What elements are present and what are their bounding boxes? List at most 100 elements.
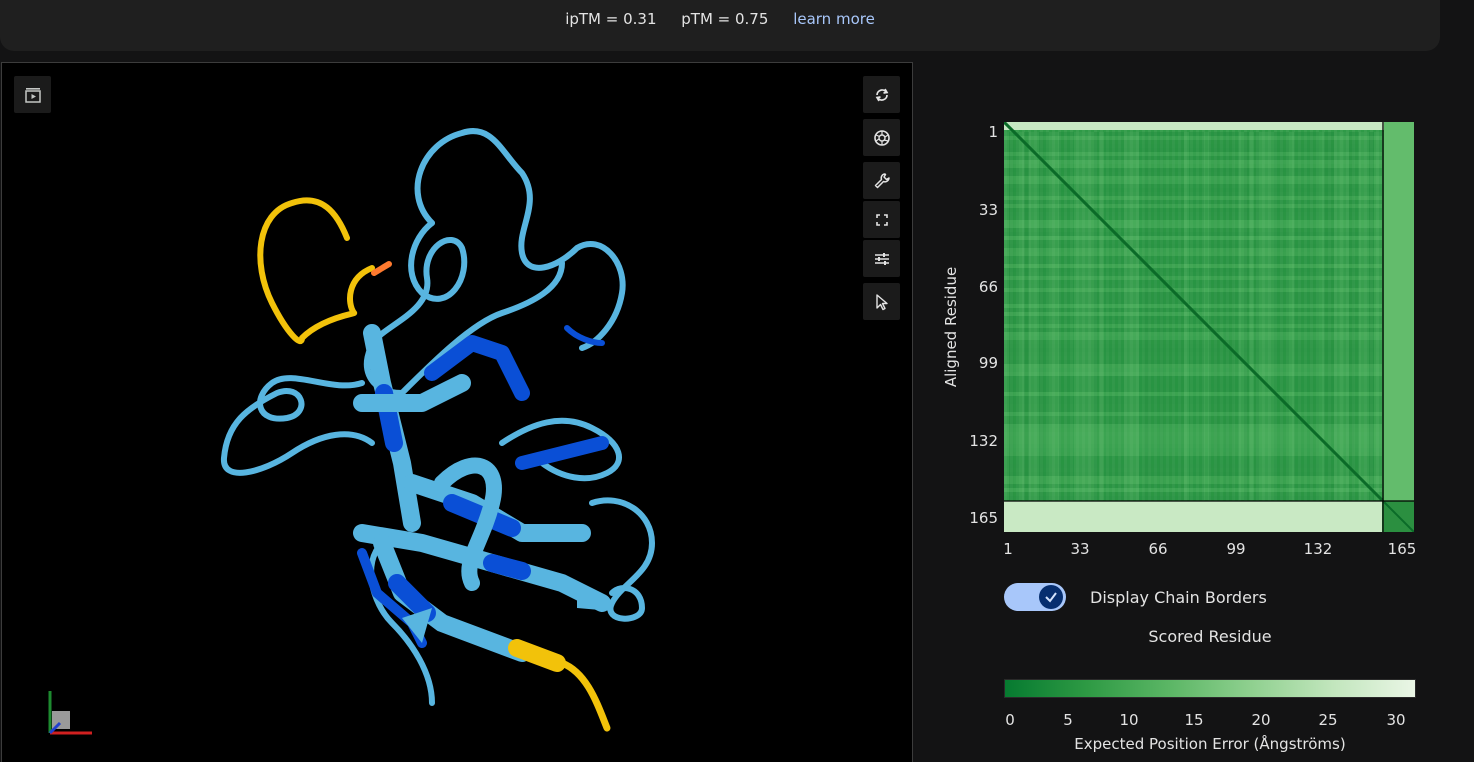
heatmap-col-band (1134, 132, 1139, 500)
heatmap-col-band (1074, 132, 1079, 500)
heatmap-col-band (1104, 132, 1109, 500)
x-axis-label: Scored Residue (1148, 627, 1272, 646)
heatmap-col-band (1249, 132, 1254, 500)
coil-left (221, 375, 375, 476)
protein-structure[interactable] (2, 63, 912, 762)
heatmap-col-band (1299, 132, 1304, 500)
heatmap-col-band (1184, 132, 1189, 500)
chain-borders-label: Display Chain Borders (1090, 587, 1267, 607)
heatmap-col-band (1234, 132, 1239, 500)
strand-5-highlight (483, 554, 531, 580)
heatmap-col-band (1019, 132, 1024, 500)
heatmap-col-band (1354, 132, 1359, 500)
heatmap-col-band (1154, 132, 1159, 500)
heatmap-right-band (1384, 122, 1414, 501)
toggle-knob (1039, 585, 1063, 609)
heatmap-col-band (1189, 132, 1194, 500)
y-tick: 132 (969, 432, 998, 450)
y-tick: 165 (969, 509, 998, 527)
heatmap-col-band (1289, 132, 1294, 500)
x-tick: 165 (1387, 540, 1417, 558)
heatmap-col-band (1109, 132, 1114, 500)
x-tick: 1 (1003, 540, 1013, 558)
heatmap-col-band (1269, 132, 1274, 500)
heatmap-col-band (1004, 132, 1009, 500)
chain-b-top (257, 197, 375, 345)
heatmap-col-band (1339, 132, 1344, 500)
heatmap-col-band (1224, 132, 1229, 500)
heatmap-col-band (1294, 132, 1299, 500)
x-tick: 99 (1226, 540, 1246, 558)
colorbar-tick: 0 (1005, 711, 1015, 729)
heatmap-col-band (1164, 132, 1169, 500)
heatmap-col-band (1144, 132, 1149, 500)
heatmap-bottom-band (1004, 501, 1382, 532)
heatmap-col-band (1309, 132, 1314, 500)
pae-heatmap[interactable] (1004, 122, 1414, 532)
x-tick: 132 (1303, 540, 1333, 558)
heatmap-col-band (1344, 132, 1349, 500)
heatmap-col-band (1314, 132, 1319, 500)
heatmap-col-band (1284, 132, 1289, 500)
heatmap-col-band (1169, 132, 1174, 500)
structure-viewer[interactable] (1, 62, 913, 762)
y-tick: 33 (978, 201, 998, 219)
strand-8 (515, 436, 609, 470)
heatmap-col-band (1304, 132, 1309, 500)
heatmap-col-band (1054, 132, 1059, 500)
heatmap-col-band (1369, 132, 1374, 500)
heatmap-col-band (1364, 132, 1369, 500)
check-icon (1045, 592, 1057, 603)
colorbar-tick: 25 (1318, 711, 1338, 729)
learn-more-link[interactable]: learn more (793, 10, 875, 28)
heatmap-col-band (1334, 132, 1339, 500)
heatmap-col-band (1139, 132, 1144, 500)
heatmap-col-band (1034, 132, 1039, 500)
ptm-value: pTM = 0.75 (681, 10, 769, 28)
heatmap-col-band (1029, 132, 1034, 500)
heatmap-col-band (1024, 132, 1029, 500)
heatmap-col-band (1319, 132, 1324, 500)
iptm-value: ipTM = 0.31 (565, 10, 657, 28)
heatmap-col-band (1044, 132, 1049, 500)
heatmap-col-band (1059, 132, 1064, 500)
heatmap-col-band (1349, 132, 1354, 500)
axes-gizmo (48, 691, 92, 735)
heatmap-col-band (1209, 132, 1214, 500)
heatmap-col-band (1204, 132, 1209, 500)
colorbar-title: Expected Position Error (Ångströms) (1074, 735, 1346, 753)
colorbar-tick: 5 (1063, 711, 1073, 729)
colorbar-tick: 15 (1184, 711, 1204, 729)
y-tick: 99 (978, 354, 998, 372)
x-tick: 33 (1070, 540, 1090, 558)
heatmap-col-band (1264, 132, 1269, 500)
heatmap-col-band (1244, 132, 1249, 500)
heatmap-col-band (1279, 132, 1284, 500)
y-tick: 66 (978, 278, 998, 296)
ligand (371, 261, 392, 276)
heatmap-col-band (1084, 132, 1089, 500)
chain-borders-toggle[interactable] (1004, 583, 1066, 611)
heatmap-col-band (1009, 132, 1014, 500)
heatmap-col-band (1099, 132, 1104, 500)
heatmap-col-band (1219, 132, 1224, 500)
heatmap-col-band (1049, 132, 1054, 500)
heatmap-col-band (1039, 132, 1044, 500)
heatmap-col-band (1274, 132, 1279, 500)
y-axis-label: Aligned Residue (942, 266, 960, 388)
heatmap-col-band (1094, 132, 1099, 500)
heatmap-col-band (1149, 132, 1154, 500)
heatmap-top-band (1004, 122, 1384, 130)
heatmap-col-band (1159, 132, 1164, 500)
heatmap-col-band (1214, 132, 1219, 500)
heatmap-col-band (1089, 132, 1094, 500)
chain-borders-toggle-row: Display Chain Borders (1004, 583, 1267, 611)
heatmap-col-band (1254, 132, 1259, 500)
colorbar-tick: 10 (1119, 711, 1139, 729)
colorbar-tick: 30 (1386, 711, 1406, 729)
colorbar-tick: 20 (1251, 711, 1271, 729)
heatmap-col-band (1079, 132, 1084, 500)
pae-colorbar (1004, 679, 1416, 698)
heatmap-col-band (1014, 132, 1019, 500)
heatmap-col-band (1179, 132, 1184, 500)
